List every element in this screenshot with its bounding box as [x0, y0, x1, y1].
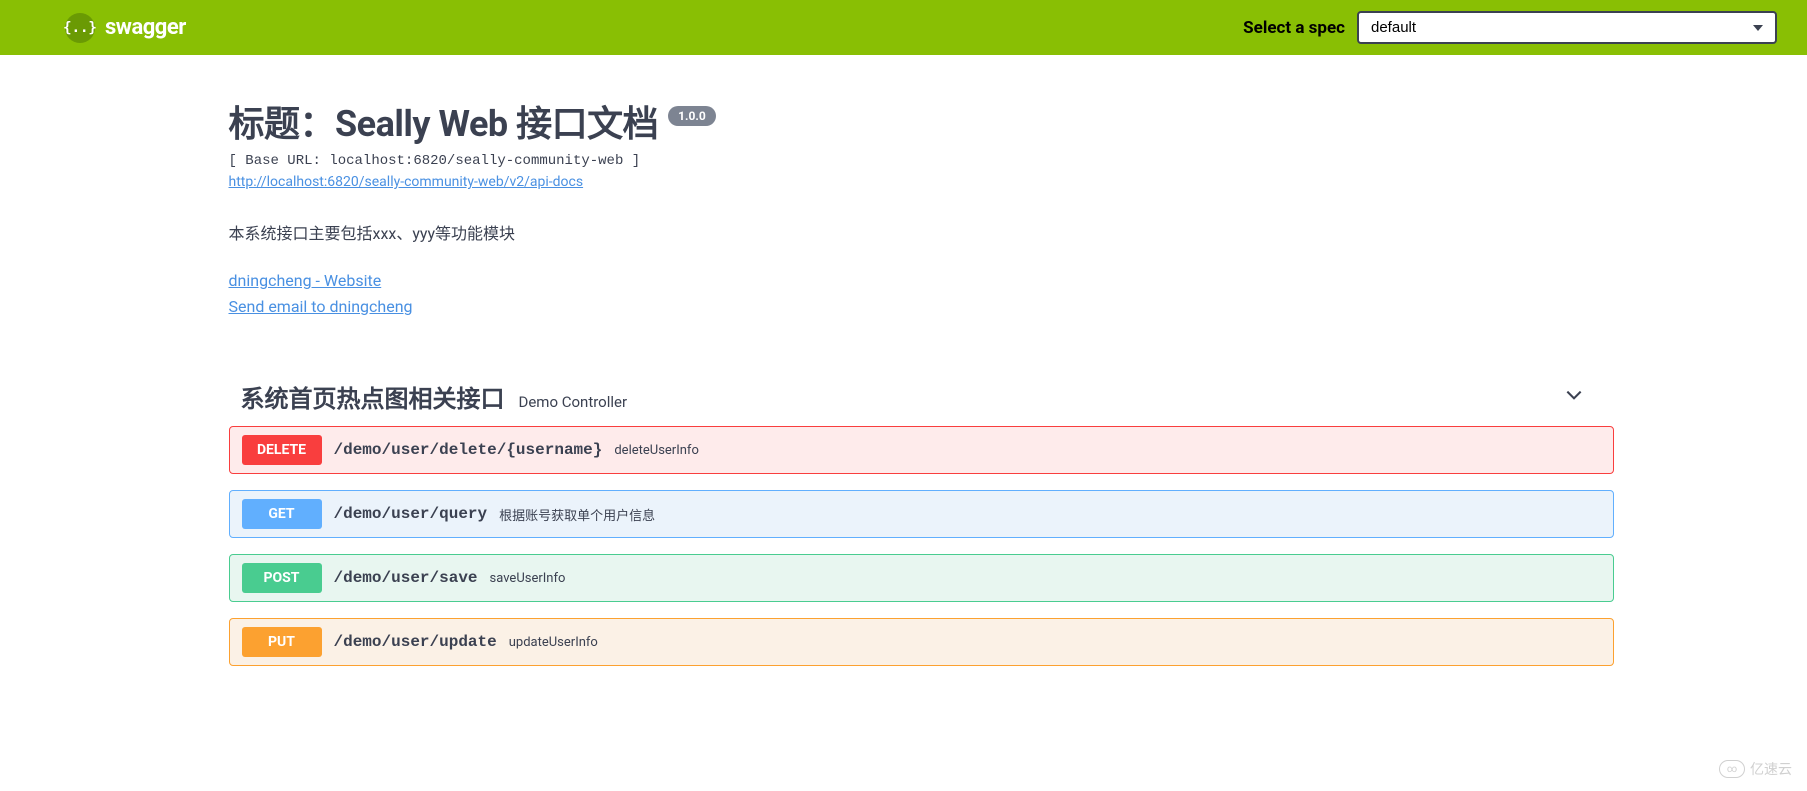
- main-container: 标题：Seally Web 接口文档 1.0.0 [ Base URL: loc…: [164, 55, 1644, 716]
- spec-select-wrap: default: [1357, 11, 1777, 44]
- logo-wrap[interactable]: {..} swagger: [65, 13, 186, 43]
- section-name: 系统首页热点图相关接口: [241, 379, 505, 414]
- watermark-icon: ∞: [1719, 760, 1745, 778]
- spec-label: Select a spec: [1243, 18, 1345, 38]
- endpoint-row[interactable]: POST/demo/user/save saveUserInfo: [229, 554, 1614, 602]
- contact-email-link[interactable]: Send email to dningcheng: [229, 294, 1614, 320]
- section-header-left: 系统首页热点图相关接口 Demo Controller: [241, 379, 628, 414]
- endpoint-summary: 根据账号获取单个用户信息: [499, 505, 655, 524]
- endpoint-path: /demo/user/delete/{username}: [334, 441, 603, 459]
- api-description: 本系统接口主要包括xxx、yyy等功能模块: [229, 220, 1614, 244]
- version-badge: 1.0.0: [668, 106, 716, 126]
- method-badge-post: POST: [242, 563, 322, 593]
- watermark: ∞ 亿速云: [1719, 759, 1792, 779]
- page-title: 标题：Seally Web 接口文档: [229, 95, 659, 147]
- swagger-logo-icon: {..}: [65, 13, 95, 43]
- contact-links: dningcheng - Website Send email to dning…: [229, 268, 1614, 319]
- api-docs-link[interactable]: http://localhost:6820/seally-community-w…: [229, 174, 584, 190]
- base-url: [ Base URL: localhost:6820/seally-commun…: [229, 153, 1614, 169]
- spec-select[interactable]: default: [1357, 11, 1777, 44]
- endpoint-summary: deleteUserInfo: [614, 443, 699, 458]
- endpoint-summary: saveUserInfo: [490, 571, 566, 586]
- endpoint-row[interactable]: GET/demo/user/query 根据账号获取单个用户信息: [229, 490, 1614, 538]
- spec-selector: Select a spec default: [1243, 11, 1777, 44]
- section-description: Demo Controller: [519, 393, 628, 411]
- chevron-down-icon: [1564, 385, 1584, 409]
- endpoint-path: /demo/user/query: [334, 505, 488, 523]
- endpoint-path: /demo/user/save: [334, 569, 478, 587]
- endpoint-row[interactable]: DELETE/demo/user/delete/{username} delete…: [229, 426, 1614, 474]
- contact-website-link[interactable]: dningcheng - Website: [229, 268, 1614, 294]
- title-row: 标题：Seally Web 接口文档 1.0.0: [229, 95, 1614, 147]
- endpoint-summary: updateUserInfo: [509, 635, 598, 650]
- endpoint-path: /demo/user/update: [334, 633, 497, 651]
- method-badge-delete: DELETE: [242, 435, 322, 465]
- section-header[interactable]: 系统首页热点图相关接口 Demo Controller: [229, 369, 1614, 422]
- method-badge-get: GET: [242, 499, 322, 529]
- endpoints-list: DELETE/demo/user/delete/{username} delete…: [229, 422, 1614, 686]
- method-badge-put: PUT: [242, 627, 322, 657]
- endpoint-row[interactable]: PUT/demo/user/update updateUserInfo: [229, 618, 1614, 666]
- topbar: {..} swagger Select a spec default: [0, 0, 1807, 55]
- watermark-text: 亿速云: [1750, 759, 1792, 779]
- logo-text: swagger: [105, 15, 186, 40]
